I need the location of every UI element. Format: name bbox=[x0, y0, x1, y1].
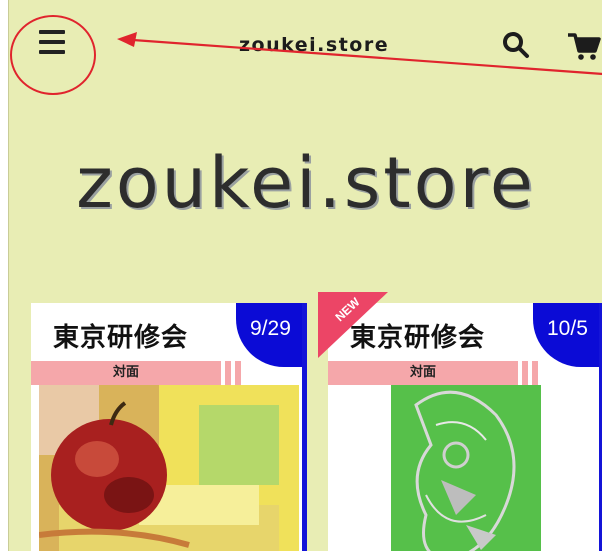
card-title: 東京研修会 bbox=[53, 323, 189, 353]
date-badge: 9/29 bbox=[236, 303, 302, 367]
menu-icon-line bbox=[39, 40, 65, 44]
apple-painting-image bbox=[39, 385, 299, 551]
app-screen: zoukei.store zoukei.store 東京研修会 9/29 対面 … bbox=[8, 0, 602, 551]
event-card[interactable]: 東京研修会 9/29 対面 bbox=[31, 303, 307, 551]
band-stripe bbox=[225, 361, 231, 385]
date-text: 9/29 bbox=[250, 317, 291, 340]
cart-button[interactable] bbox=[567, 32, 602, 62]
wire-sculpture-image bbox=[336, 385, 596, 551]
menu-icon-line bbox=[39, 30, 65, 34]
band-stripe bbox=[532, 361, 538, 385]
format-band: 対面 bbox=[328, 361, 518, 385]
band-stripe bbox=[522, 361, 528, 385]
hamburger-menu-button[interactable] bbox=[39, 30, 69, 58]
search-icon bbox=[503, 32, 529, 58]
date-text: 10/5 bbox=[547, 317, 588, 340]
format-label: 対面 bbox=[409, 365, 436, 380]
band-stripe bbox=[235, 361, 241, 385]
header-title[interactable]: zoukei.store bbox=[239, 34, 389, 56]
menu-icon-line bbox=[39, 50, 65, 54]
format-label: 対面 bbox=[112, 365, 139, 380]
search-button[interactable] bbox=[501, 30, 531, 60]
store-logo[interactable]: zoukei.store bbox=[9, 142, 602, 224]
format-band: 対面 bbox=[31, 361, 221, 385]
date-badge: 10/5 bbox=[533, 303, 599, 367]
header: zoukei.store bbox=[9, 0, 602, 90]
cart-icon bbox=[568, 33, 601, 60]
new-ribbon: NEW bbox=[318, 292, 388, 358]
